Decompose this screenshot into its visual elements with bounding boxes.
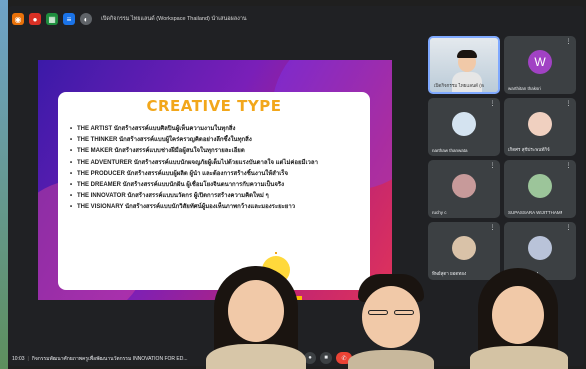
presenter-right (464, 266, 574, 369)
camera-button[interactable]: ■ (320, 352, 332, 364)
participant-name: warthitan thaksri (508, 86, 541, 91)
participant-tile[interactable]: ⋮ เปิดกิจกรรม ไทยแลนด์ (Workspace... (428, 36, 500, 94)
mic-off-icon: ⋮ (489, 101, 496, 107)
slide-title: CREATIVE TYPE (146, 97, 282, 115)
avatar (452, 112, 476, 137)
mic-off-icon: ⋮ (565, 163, 572, 169)
list-item: • THE ARTIST นักสร้างสรรค์แบบศิลปินผู้เห็… (70, 126, 236, 132)
sheets-icon[interactable]: ▦ (46, 13, 58, 25)
list-item: • THE THINKER นักสร้างสรรค์แบบผู้ใคร่ครวญ… (70, 137, 252, 144)
clock: 10:03 (12, 356, 25, 362)
end-call-icon: ✆ (341, 355, 347, 362)
meeting-name: กิจกรรมพัฒนาศักยภาพครูเพื่อพัฒนานวัตกรรม… (31, 356, 188, 362)
slide-list: • THE ARTIST นักสร้างสรรค์แบบศิลปินผู้เห็… (70, 124, 366, 214)
avatar (452, 236, 476, 261)
avatar (528, 174, 552, 199)
participant-tile[interactable]: W ⋮ warthitan thaksri (504, 36, 576, 94)
camera-icon: ■ (324, 355, 328, 361)
list-item: • THE MAKER นักสร้างสรรค์แบบช่างฝีมือผู้ส… (70, 148, 245, 155)
participant-tile[interactable]: ⋮ narthaw thanwata (428, 98, 500, 156)
mic-off-icon: ⋮ (489, 225, 496, 231)
mic-off-icon: ⋮ (489, 163, 496, 169)
top-bar: ◉ ● ▦ ≡ ◐ เปิดกิจกรรม ไทยแลนด์ (Workspac… (8, 6, 428, 32)
participant-name: เกิดศร สุขีประพนท์กิจ์ (508, 147, 550, 152)
meeting-logo-icon: ◐ (80, 13, 92, 25)
avatar: W (528, 50, 552, 75)
chrome-app-icon[interactable]: ◉ (12, 13, 24, 25)
mic-icon: ⋮ (487, 41, 494, 47)
presenter-center (348, 272, 434, 369)
desktop-background (0, 0, 8, 369)
avatar (528, 236, 552, 261)
list-item: • THE PRODUCER นักสร้างสรรค์แบบผู้ผลิต ผู… (70, 170, 289, 177)
participant-name: narthaw thanwata (432, 148, 468, 153)
participant-name: ruchy c (432, 210, 447, 215)
participant-tile[interactable]: ⋮ SUPASSARA WIJITTHAMMAKUL (504, 160, 576, 218)
participant-tile[interactable]: ⋮ เกิดศร สุขีประพนท์กิจ์ (504, 98, 576, 156)
participant-tile[interactable]: ⋮ ruchy c (428, 160, 500, 218)
list-item: • THE ADVENTURER นักสร้างสรรค์แบบนักผจญภั… (70, 159, 318, 166)
avatar (452, 174, 476, 199)
mic-off-icon: ⋮ (565, 101, 572, 107)
meeting-title: เปิดกิจกรรม ไทยแลนด์ (Workspace Thailand… (101, 16, 247, 22)
mic-off-icon: ⋮ (565, 39, 572, 45)
participant-name: SUPASSARA WIJITTHAMMAKUL (508, 210, 562, 215)
slide-card: CREATIVE TYPE • THE ARTIST นักสร้างสรรค์แ… (58, 92, 370, 300)
record-icon[interactable]: ● (29, 13, 41, 25)
list-item: • THE INNOVATOR นักสร้างสรรค์แบบนวัตกร ผู… (70, 193, 269, 200)
list-item: • THE DREAMER นักสร้างสรรค์แบบนักฝัน ผู้เ… (70, 182, 285, 189)
avatar (528, 112, 552, 137)
presenter-left (196, 262, 316, 369)
mic-off-icon: ⋮ (565, 225, 572, 231)
list-item: • THE VISIONARY นักสร้างสรรค์แบบนักวิสัยท… (70, 204, 296, 211)
participant-name: เปิดกิจกรรม ไทยแลนด์ (Workspace... (434, 83, 484, 88)
docs-icon[interactable]: ≡ (63, 13, 75, 25)
